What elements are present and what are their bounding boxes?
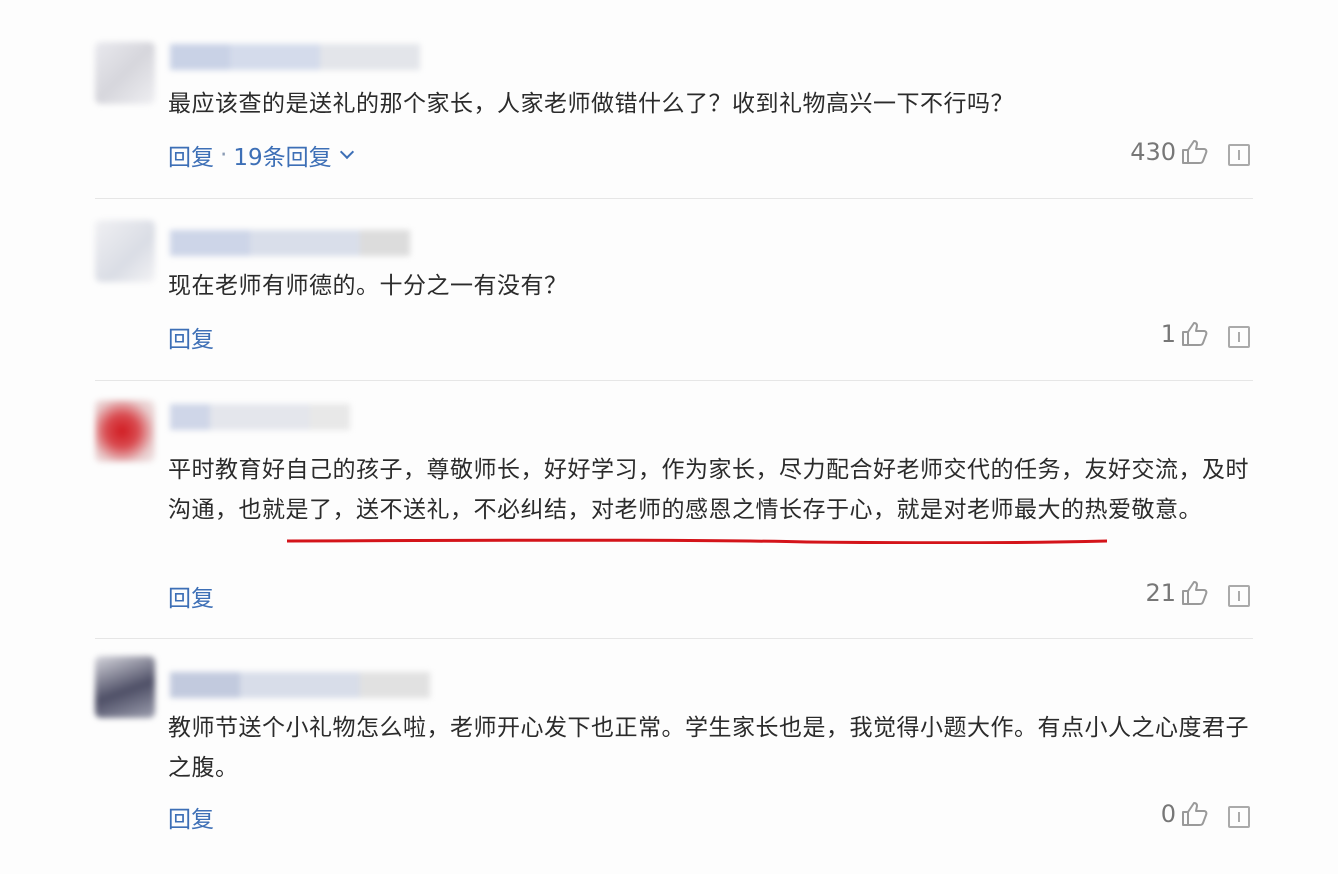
thumbs-up-icon[interactable] xyxy=(1180,139,1208,165)
like-count: 430 xyxy=(1130,138,1176,166)
thumbs-up-icon[interactable] xyxy=(1180,321,1208,347)
divider xyxy=(95,380,1253,381)
username-blurred[interactable] xyxy=(170,672,430,698)
separator: · xyxy=(220,142,228,168)
chevron-down-icon[interactable] xyxy=(339,144,354,160)
divider xyxy=(95,198,1253,199)
like-control[interactable]: 1 xyxy=(1161,320,1208,348)
comment-list: 最应该查的是送礼的那个家长，人家老师做错什么了？收到礼物高兴一下不行吗？ 回复 … xyxy=(0,0,1338,874)
report-icon[interactable] xyxy=(1228,806,1250,828)
comment-text: 现在老师有师德的。十分之一有没有？ xyxy=(168,273,568,299)
avatar[interactable] xyxy=(95,656,155,718)
red-underline-annotation xyxy=(287,538,1107,544)
username-blurred[interactable] xyxy=(170,230,410,256)
report-icon[interactable] xyxy=(1228,144,1250,166)
comment-text: 教师节送个小礼物怎么啦，老师开心发下也正常。学生家长也是，我觉得小题大作。有点小… xyxy=(168,715,1249,781)
like-control[interactable]: 21 xyxy=(1145,579,1208,607)
username-blurred[interactable] xyxy=(170,44,420,70)
like-control[interactable]: 430 xyxy=(1130,138,1208,166)
divider xyxy=(95,638,1253,639)
like-count: 0 xyxy=(1160,800,1176,828)
like-count: 21 xyxy=(1145,579,1176,607)
like-count: 1 xyxy=(1160,320,1176,348)
comment-actions: 回复 xyxy=(168,320,214,354)
view-replies-link[interactable]: 19条回复 xyxy=(233,138,331,172)
like-control[interactable]: 0 xyxy=(1161,800,1208,828)
username-blurred[interactable] xyxy=(170,404,350,430)
comment-actions: 回复 · 19条回复 xyxy=(168,138,354,172)
reply-button[interactable]: 回复 xyxy=(168,320,214,354)
avatar[interactable] xyxy=(95,220,155,282)
thumbs-up-icon[interactable] xyxy=(1180,580,1208,606)
comment-actions: 回复 xyxy=(168,579,214,613)
avatar[interactable] xyxy=(95,42,155,104)
report-icon[interactable] xyxy=(1228,585,1250,607)
comment-actions: 回复 xyxy=(168,800,214,834)
reply-button[interactable]: 回复 xyxy=(168,579,214,613)
reply-button[interactable]: 回复 xyxy=(168,800,214,834)
comment-text: 平时教育好自己的孩子，尊敬师长，好好学习，作为家长，尽力配合好老师交代的任务，友… xyxy=(168,457,1249,523)
thumbs-up-icon[interactable] xyxy=(1180,801,1208,827)
avatar[interactable] xyxy=(95,400,155,462)
reply-button[interactable]: 回复 xyxy=(168,138,214,172)
comment-text: 最应该查的是送礼的那个家长，人家老师做错什么了？收到礼物高兴一下不行吗？ xyxy=(168,91,1014,117)
report-icon[interactable] xyxy=(1228,326,1250,348)
